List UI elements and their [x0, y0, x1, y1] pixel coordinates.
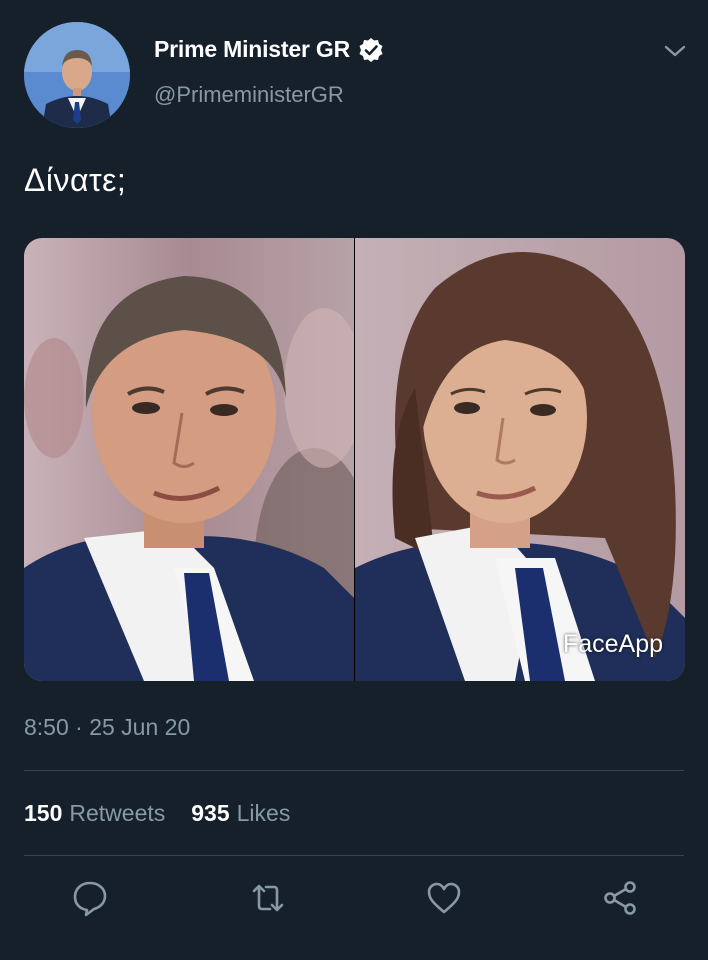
name-row: Prime Minister GR: [154, 36, 384, 63]
account-handle[interactable]: @PrimeministerGR: [154, 82, 344, 108]
photo-original[interactable]: [24, 238, 354, 681]
display-name[interactable]: Prime Minister GR: [154, 36, 350, 63]
photo-faceapp[interactable]: FaceApp: [355, 238, 685, 681]
like-icon[interactable]: [424, 878, 464, 918]
retweet-icon[interactable]: [248, 878, 288, 918]
divider: [24, 855, 684, 856]
tweet-media[interactable]: FaceApp: [24, 238, 685, 681]
likes-label: Likes: [236, 800, 291, 826]
retweets-stat[interactable]: 150 Retweets: [24, 800, 165, 827]
faceapp-watermark: FaceApp: [562, 630, 663, 658]
likes-count: 935: [191, 800, 230, 826]
tweet-timestamp[interactable]: 8:50 · 25 Jun 20: [24, 714, 190, 741]
avatar[interactable]: [24, 22, 130, 128]
action-bar: [0, 878, 708, 924]
tweet: Prime Minister GR @PrimeministerGR Δίνατ…: [0, 0, 708, 960]
retweets-label: Retweets: [69, 800, 166, 826]
verified-badge-icon: [358, 37, 384, 63]
reply-icon[interactable]: [70, 878, 110, 918]
engagement-stats: 150 Retweets 935 Likes: [24, 800, 316, 827]
share-icon[interactable]: [600, 878, 640, 918]
tweet-text: Δίνατε;: [24, 162, 127, 198]
likes-stat[interactable]: 935 Likes: [191, 800, 290, 827]
divider: [24, 770, 684, 771]
chevron-down-icon[interactable]: [662, 40, 688, 62]
retweets-count: 150: [24, 800, 63, 826]
